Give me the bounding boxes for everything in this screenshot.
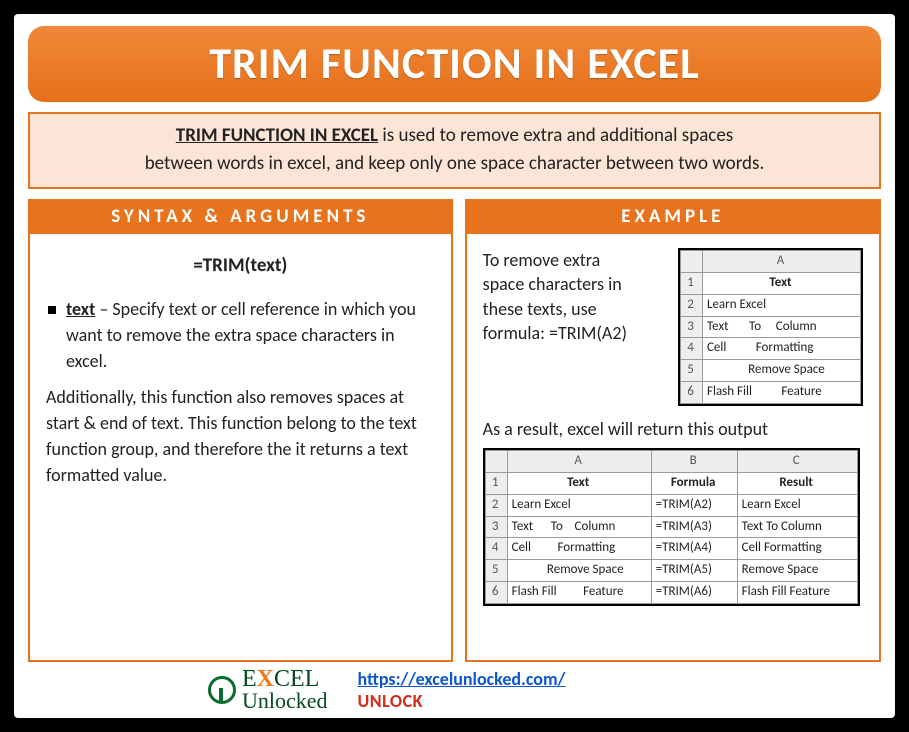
example-panel: EXAMPLE To remove extra space characters… [465, 199, 881, 662]
row-header: 3 [681, 316, 703, 338]
table-cell: Cell Formatting [703, 338, 861, 360]
argument-desc: – Specify text or cell reference in whic… [66, 298, 416, 372]
columns: SYNTAX & ARGUMENTS =TRIM(text) text – Sp… [28, 199, 881, 662]
description-box: TRIM FUNCTION IN EXCEL is used to remove… [28, 112, 881, 189]
table-cell: Learn Excel [737, 494, 857, 516]
example-table-1-wrap: A 1 Text 2Learn Excel 3Text To Column 4C… [678, 248, 863, 406]
document-card: TRIM FUNCTION IN EXCEL TRIM FUNCTION IN … [14, 14, 895, 718]
table-header-cell: Text [507, 472, 651, 494]
syntax-body: =TRIM(text) text – Specify text or cell … [28, 234, 453, 662]
footer-links: https://excelunlocked.com/ UNLOCK [358, 668, 566, 712]
syntax-formula: =TRIM(text) [46, 252, 435, 280]
example-table-2-wrap: A B C 1 Text Formula Result 2Learn Excel… [483, 448, 860, 606]
col-header: C [737, 451, 857, 473]
table-corner [485, 451, 507, 473]
row-header: 5 [485, 560, 507, 582]
table-header-cell: Formula [651, 472, 737, 494]
footer: EXCEL Unlocked https://excelunlocked.com… [28, 662, 881, 712]
table-cell: Flash Fill Feature [737, 582, 857, 604]
website-link[interactable]: https://excelunlocked.com/ [358, 668, 566, 690]
table-cell: Flash Fill Feature [507, 582, 651, 604]
description-rest-2: between words in excel, and keep only on… [145, 152, 765, 175]
row-header: 1 [681, 272, 703, 294]
argument-name: text [66, 298, 95, 320]
page-title: TRIM FUNCTION IN EXCEL [28, 26, 881, 102]
description-rest-1: is used to remove extra and additional s… [378, 124, 733, 147]
syntax-extra: Additionally, this function also removes… [46, 384, 435, 488]
table-cell: Cell Formatting [507, 538, 651, 560]
logo-bottom: Unlocked [242, 691, 328, 712]
row-header: 6 [681, 382, 703, 404]
col-header: A [703, 251, 861, 273]
table-cell: =TRIM(A5) [651, 560, 737, 582]
table-cell: =TRIM(A2) [651, 494, 737, 516]
bullet-icon [48, 306, 56, 314]
example-body: To remove extra space characters in thes… [465, 234, 881, 662]
example-intro-text: To remove extra space characters in thes… [483, 248, 633, 406]
syntax-panel: SYNTAX & ARGUMENTS =TRIM(text) text – Sp… [28, 199, 453, 662]
table-cell: Text To Column [507, 516, 651, 538]
example-intro-row: To remove extra space characters in thes… [483, 248, 863, 406]
unlock-tag: UNLOCK [358, 690, 423, 712]
description-lead: TRIM FUNCTION IN EXCEL [176, 124, 378, 147]
brand-logo: EXCEL Unlocked [208, 668, 328, 712]
table-corner [681, 251, 703, 273]
row-header: 2 [485, 494, 507, 516]
table-cell: Remove Space [737, 560, 857, 582]
row-header: 5 [681, 360, 703, 382]
table-cell: Learn Excel [703, 294, 861, 316]
table-cell: Cell Formatting [737, 538, 857, 560]
syntax-heading: SYNTAX & ARGUMENTS [28, 199, 453, 234]
table-cell: Flash Fill Feature [703, 382, 861, 404]
example-heading: EXAMPLE [465, 199, 881, 234]
argument-text: text – Specify text or cell reference in… [66, 296, 435, 374]
table-cell: =TRIM(A6) [651, 582, 737, 604]
lock-icon [208, 676, 236, 704]
table-cell: Remove Space [507, 560, 651, 582]
row-header: 1 [485, 472, 507, 494]
table-cell: =TRIM(A4) [651, 538, 737, 560]
argument-item: text – Specify text or cell reference in… [46, 296, 435, 374]
col-header: A [507, 451, 651, 473]
table-cell: Text To Column [737, 516, 857, 538]
table-cell: =TRIM(A3) [651, 516, 737, 538]
row-header: 6 [485, 582, 507, 604]
table-cell: Remove Space [703, 360, 861, 382]
row-header: 2 [681, 294, 703, 316]
row-header: 3 [485, 516, 507, 538]
example-table-2: A B C 1 Text Formula Result 2Learn Excel… [485, 450, 858, 604]
table-header-cell: Result [737, 472, 857, 494]
col-header: B [651, 451, 737, 473]
brand-text: EXCEL Unlocked [242, 668, 328, 712]
row-header: 4 [681, 338, 703, 360]
table-cell: Text To Column [703, 316, 861, 338]
table-header-cell: Text [703, 272, 861, 294]
table-cell: Learn Excel [507, 494, 651, 516]
example-result-line: As a result, excel will return this outp… [483, 416, 863, 442]
row-header: 4 [485, 538, 507, 560]
example-table-1: A 1 Text 2Learn Excel 3Text To Column 4C… [680, 250, 861, 404]
